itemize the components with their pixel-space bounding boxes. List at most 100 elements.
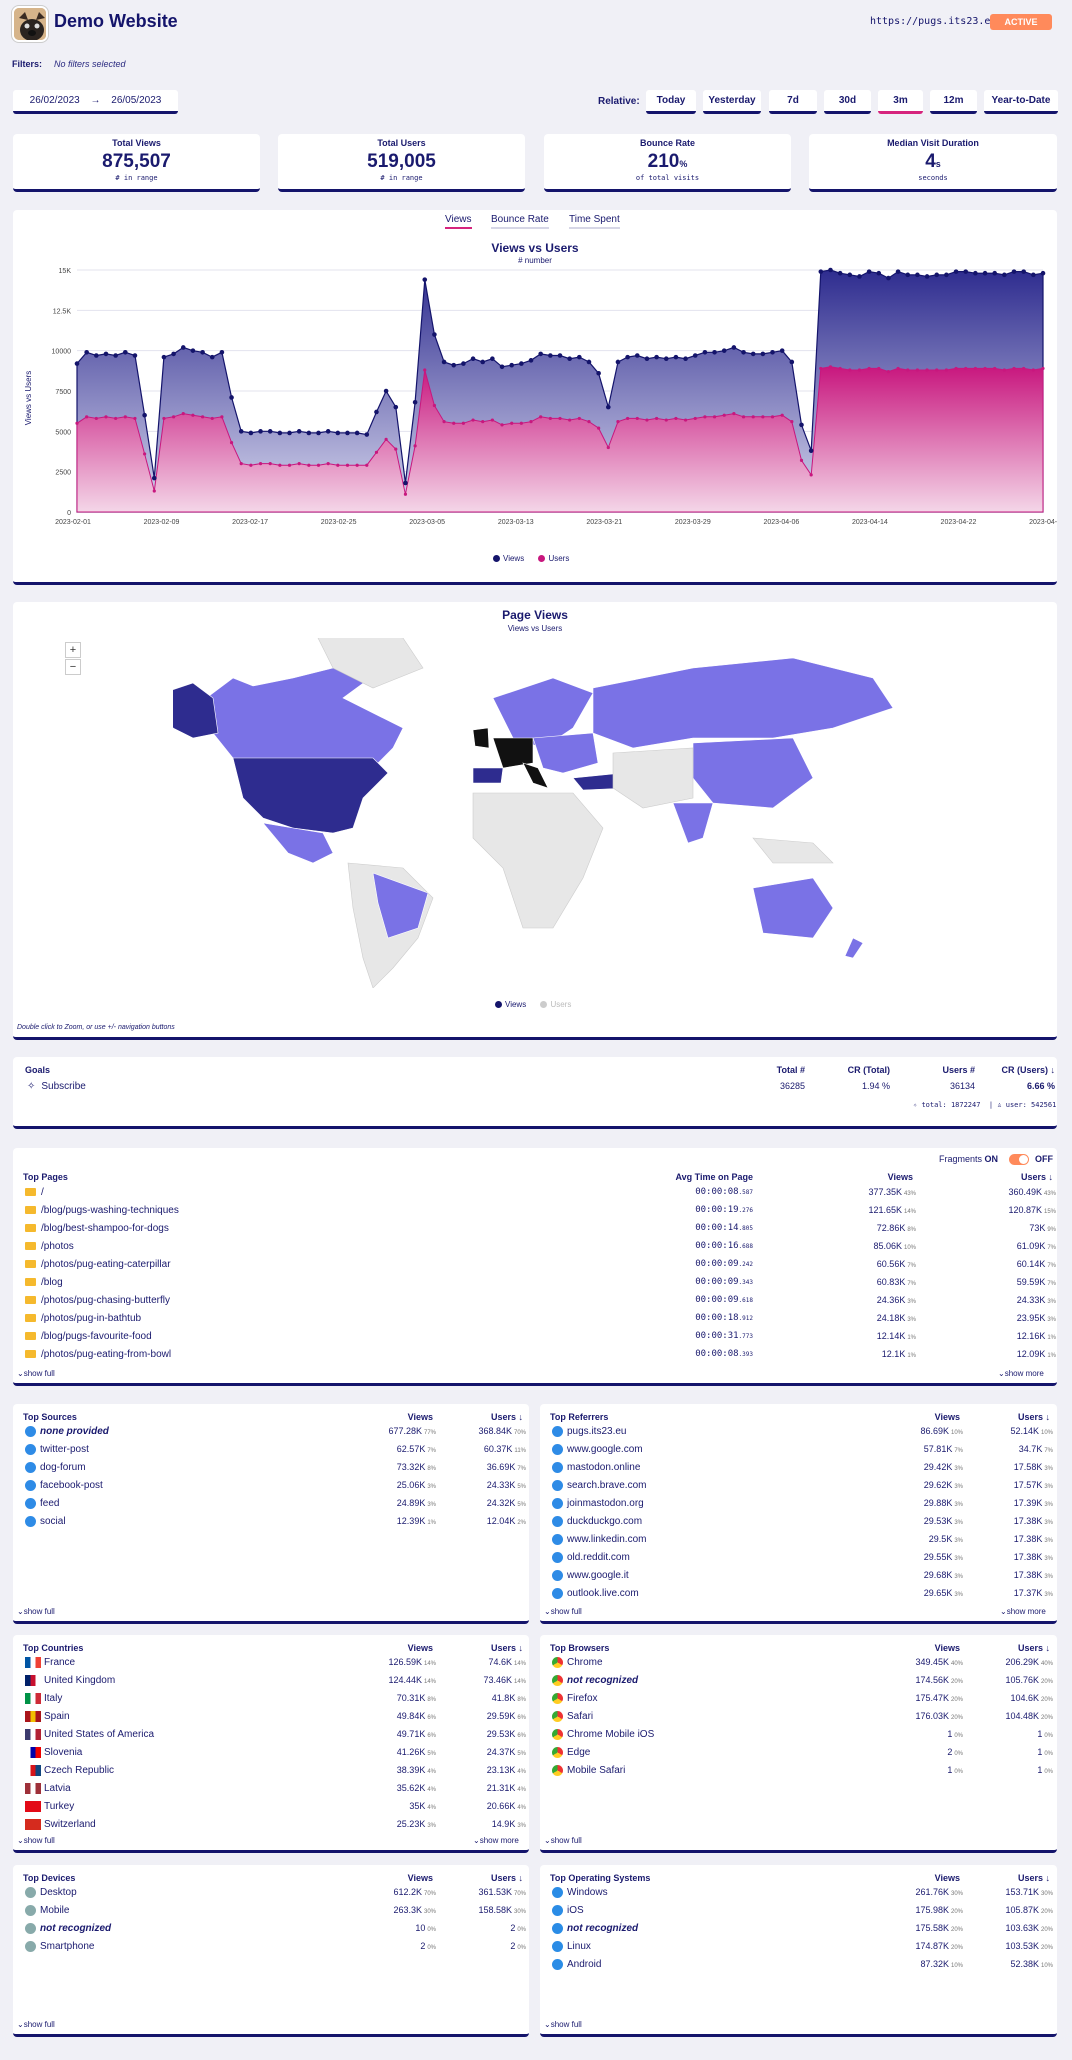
views-point[interactable] [634, 353, 640, 358]
show-full-link[interactable]: ⌄show full [544, 1607, 582, 1616]
table-row[interactable]: none provided 677.28K 77% 368.84K 70% [13, 1426, 529, 1444]
show-full-link[interactable]: ⌄show full [17, 2020, 55, 2029]
table-row[interactable]: iOS 175.98K 20% 105.87K 20% [540, 1905, 1057, 1923]
views-point[interactable] [229, 395, 234, 400]
views-point[interactable] [325, 429, 331, 434]
users-point[interactable] [162, 416, 166, 421]
region-usa[interactable] [232, 757, 389, 834]
views-point[interactable] [94, 353, 99, 358]
region-africa[interactable] [472, 792, 604, 929]
users-point[interactable] [403, 492, 408, 496]
users-point[interactable] [394, 447, 398, 451]
col-views[interactable]: Views [373, 1873, 433, 1883]
col-users[interactable]: Users ↓ [461, 1643, 523, 1653]
region-china[interactable] [692, 737, 814, 809]
table-row[interactable]: Italy 70.31K 8% 41.8K 8% [13, 1693, 529, 1711]
users-point[interactable] [616, 420, 620, 424]
table-row[interactable]: search.brave.com 29.62K 3% 17.57K 3% [540, 1480, 1057, 1498]
goals-col-total[interactable]: Total # [759, 1065, 805, 1075]
users-point[interactable] [539, 415, 543, 419]
users-point[interactable] [954, 366, 958, 371]
table-row[interactable]: not recognized 10 0% 2 0% [13, 1923, 529, 1941]
users-point[interactable] [587, 420, 591, 424]
users-point[interactable] [558, 416, 562, 421]
tab-time-spent[interactable]: Time Spent [569, 214, 620, 229]
users-point[interactable] [316, 463, 321, 467]
views-point[interactable] [548, 353, 553, 358]
users-point[interactable] [877, 366, 881, 371]
relative-3m-button[interactable]: 3m [878, 90, 923, 114]
views-point[interactable] [663, 356, 669, 362]
views-point[interactable] [306, 430, 312, 436]
views-point[interactable] [171, 351, 176, 357]
users-point[interactable] [442, 420, 446, 424]
table-row[interactable]: /blog/best-shampoo-for-dogs 00:00:14.805 7… [13, 1223, 1057, 1241]
views-point[interactable] [335, 430, 341, 436]
views-point[interactable] [123, 349, 128, 355]
views-point[interactable] [586, 359, 592, 365]
views-point[interactable] [789, 359, 795, 365]
users-point[interactable] [181, 411, 185, 416]
users-point[interactable] [761, 415, 765, 419]
users-point[interactable] [828, 365, 833, 369]
col-users[interactable]: Users ↓ [461, 1873, 523, 1883]
goals-col-cr-total[interactable]: CR (Total) [825, 1065, 890, 1075]
views-point[interactable] [113, 353, 118, 358]
views-point[interactable] [963, 269, 969, 274]
users-point[interactable] [935, 368, 939, 372]
users-point[interactable] [75, 421, 79, 425]
users-point[interactable] [220, 415, 224, 419]
users-point[interactable] [365, 463, 369, 467]
views-point[interactable] [702, 349, 708, 355]
users-point[interactable] [857, 368, 862, 372]
col-users[interactable]: Users ↓ [988, 1873, 1050, 1883]
col-users[interactable]: Users ↓ [988, 1643, 1050, 1653]
views-point[interactable] [142, 412, 147, 418]
users-point[interactable] [809, 473, 813, 477]
views-point[interactable] [200, 349, 205, 355]
relative-today-button[interactable]: Today [646, 90, 696, 114]
views-point[interactable] [837, 270, 843, 276]
table-row[interactable]: Chrome Mobile iOS 1 0% 1 0% [540, 1729, 1057, 1747]
views-point[interactable] [1040, 270, 1046, 276]
col-users[interactable]: Users ↓ [461, 1412, 523, 1422]
region-india[interactable] [672, 802, 714, 844]
views-point[interactable] [451, 362, 457, 368]
col-views[interactable]: Views [900, 1873, 960, 1883]
views-point[interactable] [364, 432, 370, 437]
views-point[interactable] [509, 362, 514, 368]
users-point[interactable] [268, 462, 272, 466]
views-point[interactable] [267, 429, 273, 434]
views-point[interactable] [296, 429, 302, 434]
views-point[interactable] [499, 364, 505, 370]
table-row[interactable]: France 126.59K 14% 74.6K 14% [13, 1657, 529, 1675]
views-point[interactable] [596, 370, 601, 376]
views-point[interactable] [132, 353, 138, 358]
users-point[interactable] [780, 413, 784, 417]
table-row[interactable]: Czech Republic 38.39K 4% 23.13K 4% [13, 1765, 529, 1783]
views-point[interactable] [316, 430, 321, 436]
users-point[interactable] [413, 444, 417, 448]
views-point[interactable] [615, 359, 621, 365]
table-row[interactable]: Android 87.32K 10% 52.38K 10% [540, 1959, 1057, 1977]
region-france[interactable] [492, 737, 534, 769]
views-point[interactable] [422, 277, 428, 282]
table-row[interactable]: social 12.39K 1% 12.04K 2% [13, 1516, 529, 1534]
views-point[interactable] [606, 404, 611, 410]
views-point[interactable] [383, 388, 389, 394]
users-point[interactable] [133, 416, 137, 421]
users-point[interactable] [597, 426, 601, 430]
col-views[interactable]: Views [900, 1643, 960, 1653]
views-point[interactable] [219, 349, 225, 355]
views-point[interactable] [847, 272, 853, 278]
views-point[interactable] [277, 430, 283, 436]
users-point[interactable] [278, 463, 282, 467]
users-point[interactable] [751, 415, 755, 419]
views-point[interactable] [103, 351, 109, 357]
table-row[interactable]: outlook.live.com 29.65K 3% 17.37K 3% [540, 1588, 1057, 1606]
col-users[interactable]: Users ↓ [993, 1172, 1053, 1182]
users-point[interactable] [799, 458, 804, 462]
show-full-link[interactable]: ⌄show full [544, 1836, 582, 1845]
world-map[interactable] [173, 638, 913, 988]
views-point[interactable] [673, 354, 679, 360]
